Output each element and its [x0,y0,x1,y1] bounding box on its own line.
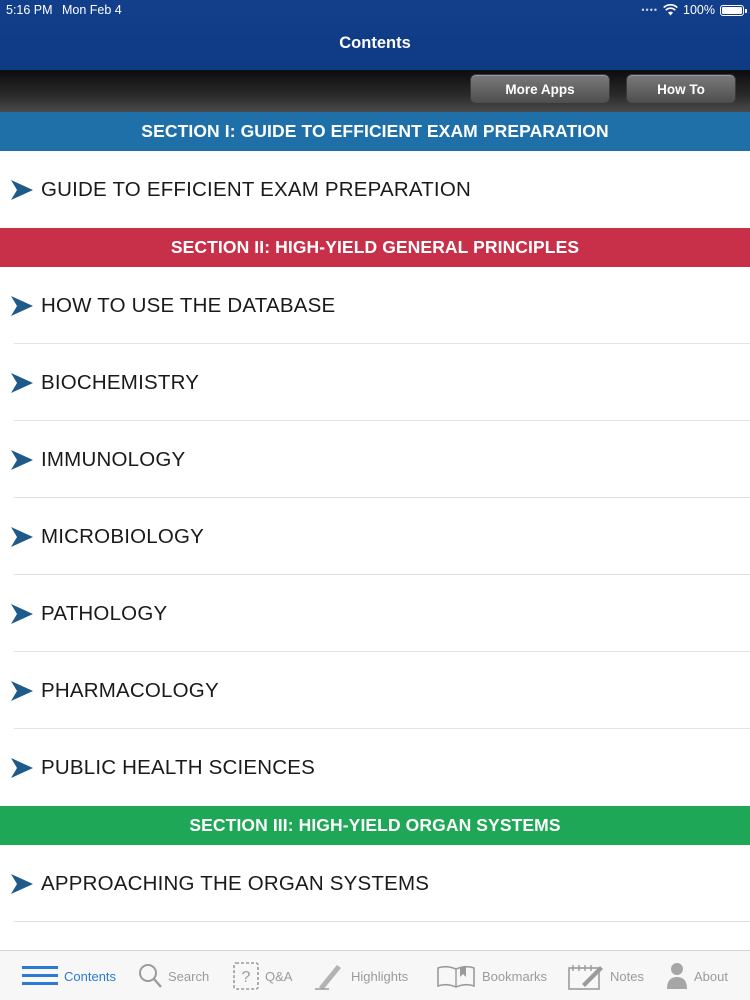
list-item[interactable]: MICROBIOLOGY [0,498,750,575]
section-header-3: SECTION III: HIGH-YIELD ORGAN SYSTEMS [0,806,750,845]
svg-text:?: ? [242,969,251,986]
status-right: •••• 100% [641,3,747,17]
status-bar: 5:16 PM Mon Feb 4 •••• 100% [0,0,750,20]
tab-bookmarks[interactable]: Bookmarks [436,951,547,1000]
list-item[interactable]: PHARMACOLOGY [0,652,750,729]
status-time: 5:16 PM [6,3,53,17]
list-item[interactable]: APPROACHING THE ORGAN SYSTEMS [0,845,750,922]
chevron-right-icon [11,295,33,316]
page-title: Contents [339,34,411,52]
list-item[interactable]: HOW TO USE THE DATABASE [0,267,750,344]
list-item-label: HOW TO USE THE DATABASE [41,293,336,317]
battery-icon [720,4,747,16]
list-item[interactable]: IMMUNOLOGY [0,421,750,498]
highlighter-icon [315,965,341,990]
list-item-label: MICROBIOLOGY [41,524,205,548]
list-item[interactable]: GUIDE TO EFFICIENT EXAM PREPARATION [0,151,750,228]
tab-highlights[interactable]: Highlights [315,951,408,1000]
tab-contents[interactable]: Contents [22,951,116,1000]
chevron-right-icon [11,680,33,701]
tab-label: Search [168,968,210,984]
section-title: SECTION II: HIGH-YIELD GENERAL PRINCIPLE… [170,237,580,257]
list-item-label: PATHOLOGY [41,601,168,625]
list-item-label: APPROACHING THE ORGAN SYSTEMS [41,871,430,895]
tab-label: Bookmarks [482,968,548,984]
list-item[interactable]: PATHOLOGY [0,575,750,652]
chevron-right-icon [11,757,33,778]
notepad-icon [568,965,603,990]
tab-label: Q&A [265,968,293,984]
list-icon [22,966,58,985]
status-date: Mon Feb 4 [62,3,122,17]
chevron-right-icon [11,449,33,470]
toolbar: More Apps How To [0,70,750,112]
chevron-right-icon [11,372,33,393]
tab-label: Notes [610,968,644,984]
search-icon [139,964,162,988]
battery-percent: 100% [683,3,715,17]
list-item-label: BIOCHEMISTRY [41,370,200,394]
tab-notes[interactable]: Notes [568,951,644,1000]
more-apps-button[interactable]: More Apps [470,74,610,104]
tab-search[interactable]: Search [138,951,209,1000]
wifi-icon [663,4,678,16]
tab-bar: Contents Search ? Q&A Highlights Bookmar… [0,950,750,1000]
tab-qa[interactable]: ? Q&A [233,951,292,1000]
signal-dots-icon: •••• [641,5,659,15]
person-icon [667,963,687,989]
book-icon [437,965,475,988]
list-item[interactable]: BIOCHEMISTRY [0,344,750,421]
chevron-right-icon [11,603,33,624]
chevron-right-icon [11,873,33,894]
contents-list[interactable]: SECTION I: GUIDE TO EFFICIENT EXAM PREPA… [0,112,750,950]
section-header-1: SECTION I: GUIDE TO EFFICIENT EXAM PREPA… [0,112,750,151]
list-item[interactable]: PUBLIC HEALTH SCIENCES [0,729,750,806]
tab-label: Highlights [351,968,409,984]
list-item-label: GUIDE TO EFFICIENT EXAM PREPARATION [41,177,471,201]
list-item-label: PHARMACOLOGY [41,678,219,702]
question-icon: ? [233,962,259,990]
list-item-label: IMMUNOLOGY [41,447,186,471]
how-to-button[interactable]: How To [626,74,736,104]
navigation-bar: 5:16 PM Mon Feb 4 •••• 100% Contents [0,0,750,70]
tab-about[interactable]: About [666,951,728,1000]
section-header-2: SECTION II: HIGH-YIELD GENERAL PRINCIPLE… [0,228,750,267]
chevron-right-icon [11,179,33,200]
list-item-label: PUBLIC HEALTH SCIENCES [41,755,316,779]
tab-label: Contents [64,968,117,984]
section-title: SECTION III: HIGH-YIELD ORGAN SYSTEMS [189,815,561,835]
tab-label: About [694,968,728,984]
section-title: SECTION I: GUIDE TO EFFICIENT EXAM PREPA… [141,121,609,141]
chevron-right-icon [11,526,33,547]
